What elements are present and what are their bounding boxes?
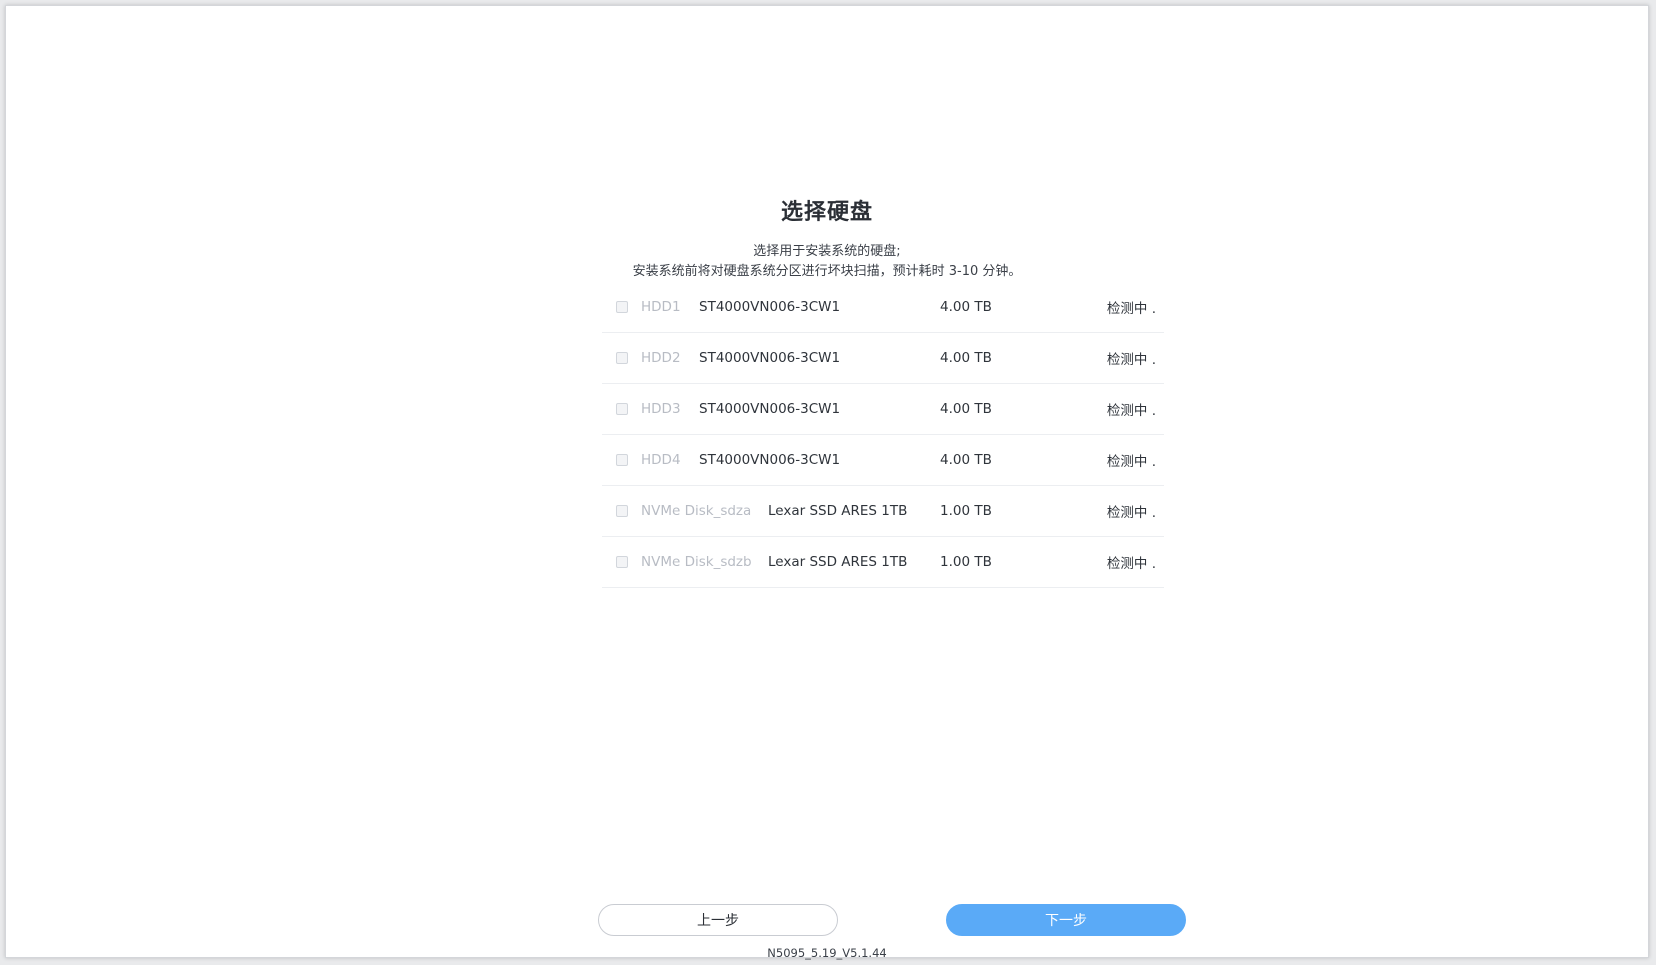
disk-status: 检测中 .	[1106, 352, 1156, 368]
disk-status: 检测中 .	[1106, 403, 1156, 419]
version-label: N5095_5.19_V5.1.44	[767, 946, 887, 960]
disk-list: HDD1 ST4000VN006-3CW1 4.00 TB 检测中 . HDD2…	[602, 282, 1164, 588]
next-step-button[interactable]: 下一步	[946, 904, 1186, 936]
disk-row-hdd1[interactable]: HDD1 ST4000VN006-3CW1 4.00 TB 检测中 .	[602, 282, 1164, 333]
disk-name: HDD1	[641, 299, 681, 315]
disk-name: HDD4	[641, 452, 681, 468]
disk-model: Lexar SSD ARES 1TB	[768, 503, 908, 519]
disk-row-nvme-sdza[interactable]: NVMe Disk_sdza Lexar SSD ARES 1TB 1.00 T…	[602, 486, 1164, 537]
disk-model: Lexar SSD ARES 1TB	[768, 554, 908, 570]
page-description-line1: 选择用于安装系统的硬盘;	[753, 244, 901, 259]
disk-model: ST4000VN006-3CW1	[699, 401, 841, 417]
disk-status: 检测中 .	[1106, 505, 1156, 521]
disk-checkbox[interactable]	[616, 352, 628, 364]
disk-size: 4.00 TB	[940, 350, 992, 366]
disk-checkbox[interactable]	[616, 403, 628, 415]
disk-row-hdd2[interactable]: HDD2 ST4000VN006-3CW1 4.00 TB 检测中 .	[602, 333, 1164, 384]
disk-checkbox[interactable]	[616, 556, 628, 568]
disk-size: 1.00 TB	[940, 554, 992, 570]
previous-step-button[interactable]: 上一步	[598, 904, 838, 936]
installer-window: 选择硬盘 选择用于安装系统的硬盘; 安装系统前将对硬盘系统分区进行坏块扫描，预计…	[5, 5, 1649, 960]
disk-size: 1.00 TB	[940, 503, 992, 519]
page-description-line2: 安装系统前将对硬盘系统分区进行坏块扫描，预计耗时 3-10 分钟。	[632, 264, 1022, 279]
disk-size: 4.00 TB	[940, 401, 992, 417]
disk-model: ST4000VN006-3CW1	[699, 452, 841, 468]
disk-size: 4.00 TB	[940, 299, 992, 315]
disk-name: HDD3	[641, 401, 681, 417]
disk-checkbox[interactable]	[616, 301, 628, 313]
disk-name: NVMe Disk_sdzb	[641, 554, 752, 570]
disk-checkbox[interactable]	[616, 454, 628, 466]
disk-row-nvme-sdzb[interactable]: NVMe Disk_sdzb Lexar SSD ARES 1TB 1.00 T…	[602, 537, 1164, 588]
disk-row-hdd4[interactable]: HDD4 ST4000VN006-3CW1 4.00 TB 检测中 .	[602, 435, 1164, 486]
disk-status: 检测中 .	[1106, 454, 1156, 470]
disk-status: 检测中 .	[1106, 301, 1156, 317]
disk-size: 4.00 TB	[940, 452, 992, 468]
disk-name: NVMe Disk_sdza	[641, 503, 752, 519]
disk-status: 检测中 .	[1106, 556, 1156, 572]
disk-model: ST4000VN006-3CW1	[699, 299, 841, 315]
disk-row-hdd3[interactable]: HDD3 ST4000VN006-3CW1 4.00 TB 检测中 .	[602, 384, 1164, 435]
disk-checkbox[interactable]	[616, 505, 628, 517]
page-title: 选择硬盘	[780, 200, 873, 225]
disk-name: HDD2	[641, 350, 681, 366]
disk-model: ST4000VN006-3CW1	[699, 350, 841, 366]
